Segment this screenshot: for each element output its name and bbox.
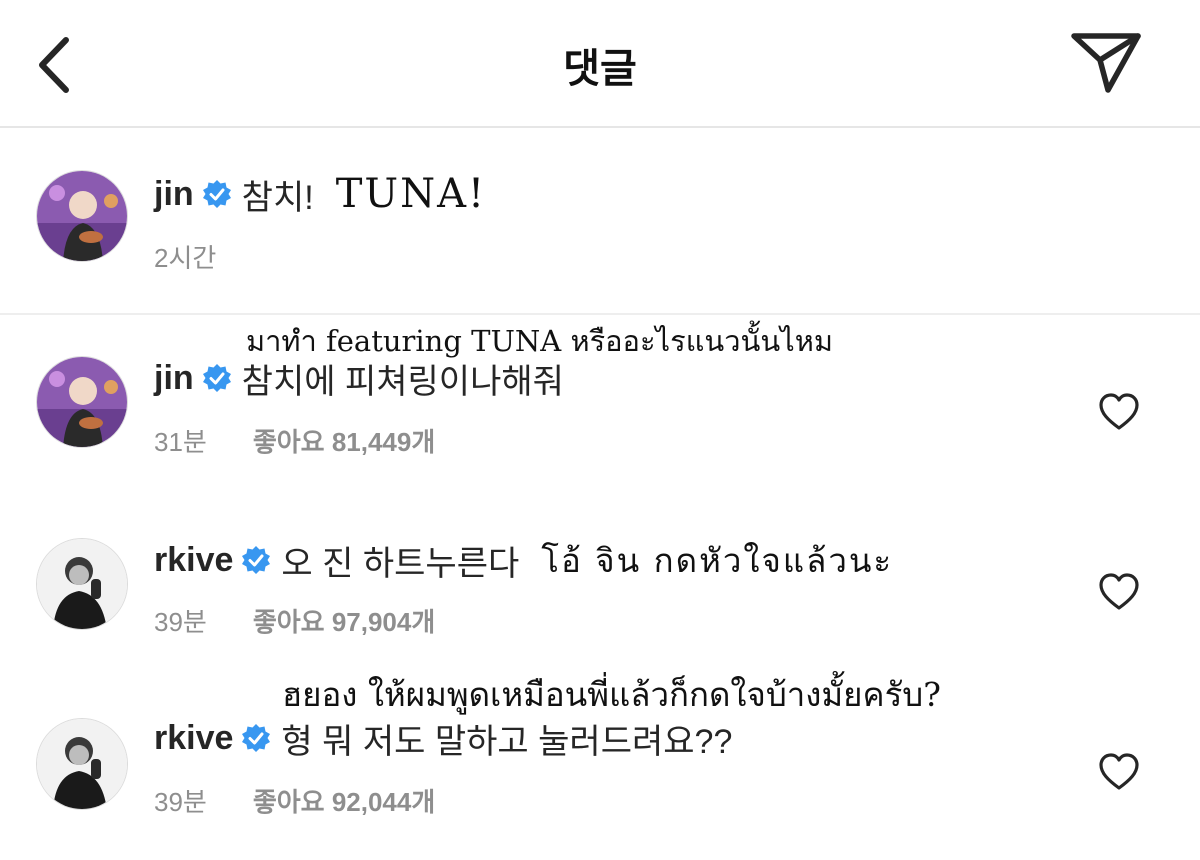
username[interactable]: rkive (154, 541, 233, 580)
header-bar: 댓글 (0, 0, 1200, 128)
likes-count[interactable]: 좋아요 81,449개 (253, 427, 435, 457)
username[interactable]: jin (154, 175, 194, 214)
username[interactable]: jin (154, 359, 194, 398)
comment-text: 참치! (241, 178, 314, 217)
comment-time: 39분 (154, 787, 207, 817)
comment-time: 2시간 (154, 243, 217, 273)
paper-plane-icon (1071, 33, 1141, 93)
verified-badge-icon (241, 723, 271, 753)
comment-text: 참치에 피쳐링이나해줘 (241, 362, 564, 401)
heart-outline-icon (1099, 393, 1139, 430)
comment-text: 오 진 하트누른다 (281, 544, 520, 583)
divider (0, 313, 1200, 315)
heart-outline-icon (1099, 753, 1139, 790)
comment-line: rkive 형 뭐 저도 말하고 눌러드려요?? (154, 714, 732, 762)
comment-line: rkive 오 진 하트누른다 โอ้ จิน กดหัวใจแล้วนะ (154, 536, 893, 584)
verified-badge-icon (202, 363, 232, 393)
comment-meta: 39분 좋아요 97,904개 (154, 602, 435, 639)
comment-time: 39분 (154, 607, 207, 637)
verified-badge-icon (202, 179, 232, 209)
page-title: 댓글 (563, 47, 637, 91)
comment-text: 형 뭐 저도 말하고 눌러드려요?? (281, 722, 733, 761)
avatar[interactable] (36, 170, 128, 262)
comment-time: 31분 (154, 427, 207, 457)
like-button[interactable] (1098, 572, 1140, 612)
comment-meta: 2시간 (154, 238, 216, 275)
avatar[interactable] (36, 356, 128, 448)
avatar[interactable] (36, 718, 128, 810)
heart-outline-icon (1099, 573, 1139, 610)
verified-badge-icon (241, 545, 271, 575)
share-button[interactable] (1070, 30, 1142, 96)
translation-text: TUNA! (335, 171, 487, 217)
comment-meta: 39분 좋아요 92,044개 (154, 782, 435, 819)
avatar[interactable] (36, 538, 128, 630)
likes-count[interactable]: 좋아요 92,044개 (253, 787, 435, 817)
comment-meta: 31분 좋아요 81,449개 (154, 422, 435, 459)
comment-line: jin 참치에 피쳐링이나해줘 (154, 354, 564, 402)
translation-text: โอ้ จิน กดหัวใจแล้วนะ (541, 540, 894, 580)
like-button[interactable] (1098, 392, 1140, 432)
likes-count[interactable]: 좋아요 97,904개 (253, 607, 435, 637)
comment-line: jin 참치! TUNA! (154, 170, 486, 218)
username[interactable]: rkive (154, 719, 233, 758)
like-button[interactable] (1098, 752, 1140, 792)
